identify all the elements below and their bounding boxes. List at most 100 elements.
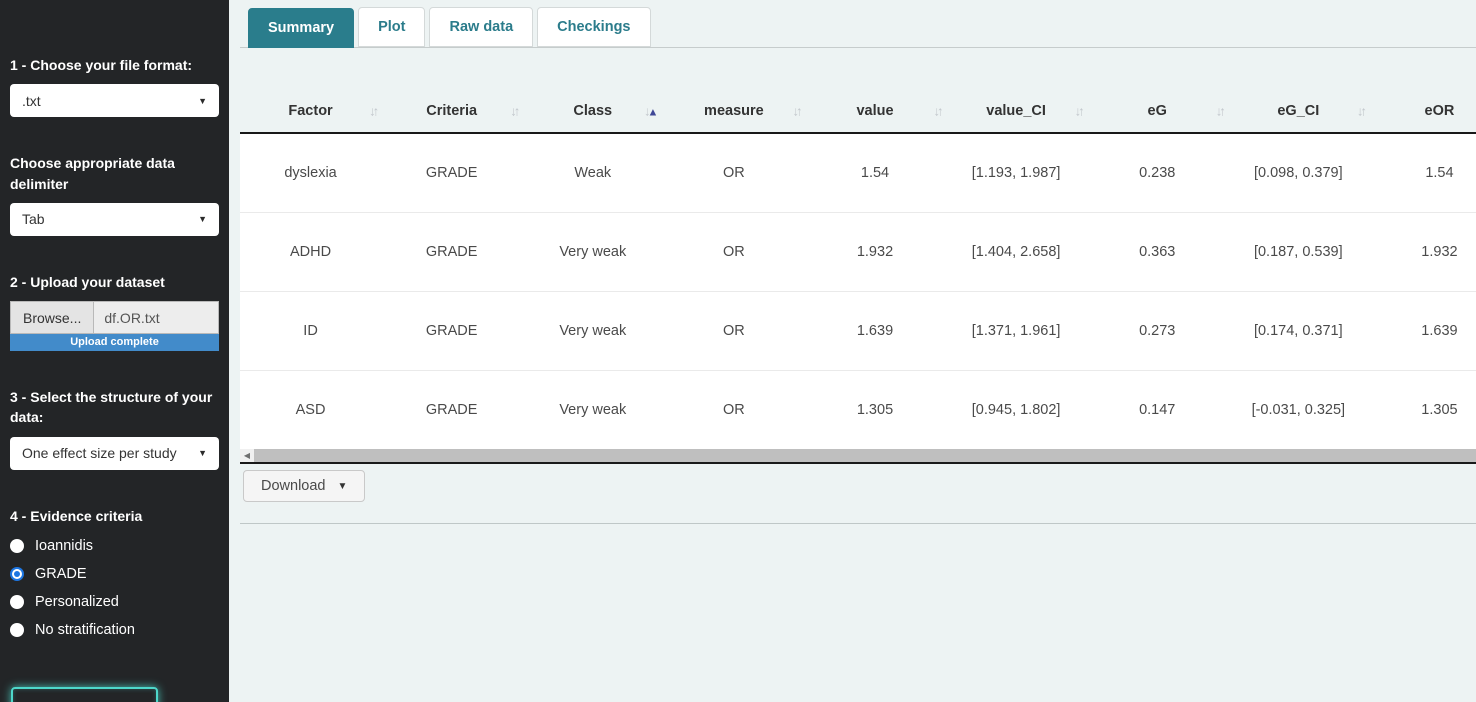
table-cell: Very weak [522,370,663,449]
table-cell: Weak [522,133,663,212]
table-cell: GRADE [381,212,522,291]
table-row: ADHDGRADEVery weakOR1.932[1.404, 2.658]0… [240,212,1476,291]
radio-option-personalized[interactable]: Personalized [10,594,219,610]
main-content: SummaryPlotRaw dataCheckings Factor↓↑Cri… [229,0,1476,702]
table-cell: dyslexia [240,133,381,212]
chevron-down-icon: ▼ [338,481,348,492]
tab-bar: SummaryPlotRaw dataCheckings [240,0,1476,48]
table-cell: ADHD [240,212,381,291]
run-analysis-button[interactable]: ▶ Run Analysis [11,687,158,702]
radio-selected-icon[interactable] [10,567,24,581]
radio-unselected-icon[interactable] [10,595,24,609]
file-format-label: 1 - Choose your file format: [10,55,219,75]
table-cell: [-0.031, 0.325] [1228,370,1369,449]
sort-icon: ↓↑ [1357,103,1364,118]
structure-select[interactable]: One effect size per study ▼ [10,437,219,470]
table-cell: [1.404, 2.658] [946,212,1087,291]
table-cell: [0.098, 0.379] [1228,133,1369,212]
download-button[interactable]: Download ▼ [243,470,365,502]
chevron-down-icon: ▼ [198,448,207,458]
table-cell: 0.363 [1087,212,1228,291]
delimiter-select[interactable]: Tab ▼ [10,203,219,236]
radio-unselected-icon[interactable] [10,539,24,553]
table-cell: 0.273 [1087,291,1228,370]
table-cell: ID [240,291,381,370]
uploaded-file-name[interactable]: df.OR.txt [94,301,219,334]
browse-button[interactable]: Browse... [10,301,94,334]
column-header-eg[interactable]: eG↓↑ [1087,89,1228,133]
column-header-value-ci[interactable]: value_CI ↓↑ [946,89,1087,133]
radio-unselected-icon[interactable] [10,623,24,637]
file-input: Browse... df.OR.txt [10,301,219,334]
evidence-group: 4 - Evidence criteria Ioannidis GRADE Pers… [10,506,219,638]
table-cell: [0.187, 0.539] [1228,212,1369,291]
table-cell: OR [663,291,804,370]
table-cell: OR [663,133,804,212]
column-header-label: value_CI [986,103,1046,119]
sort-ascending-icon: ↓▲ [644,103,658,118]
delimiter-value: Tab [22,211,45,227]
column-header-value[interactable]: value↓↑ [804,89,945,133]
upload-progress-bar: Upload complete [10,334,219,351]
file-format-value: .txt [22,93,41,109]
upload-label: 2 - Upload your dataset [10,272,219,292]
table-cell: GRADE [381,370,522,449]
table-cell: [1.371, 1.961] [946,291,1087,370]
radio-option-ioannidis[interactable]: Ioannidis [10,538,219,554]
table-cell: 1.54 [804,133,945,212]
table-row: dyslexiaGRADEWeakOR1.54[1.193, 1.987]0.2… [240,133,1476,212]
summary-table: Factor↓↑ Criteria ↓↑ Class ↓▲ measure↓↑value↓… [240,89,1476,449]
column-header-class[interactable]: Class ↓▲ [522,89,663,133]
column-header-label: Class [573,103,612,119]
table-header-row: Factor↓↑ Criteria ↓↑ Class ↓▲ measure↓↑value↓… [240,89,1476,133]
scrollbar-thumb[interactable] [254,449,1476,462]
tab-checkings[interactable]: Checkings [537,7,650,47]
table-cell: [1.193, 1.987] [946,133,1087,212]
radio-option-no-stratification[interactable]: No stratification [10,622,219,638]
horizontal-scrollbar[interactable]: ◀ [240,449,1476,462]
column-header-criteria[interactable]: Criteria ↓↑ [381,89,522,133]
column-header-factor[interactable]: Factor↓↑ [240,89,381,133]
summary-table-container: Factor↓↑ Criteria ↓↑ Class ↓▲ measure↓↑value↓… [240,89,1476,464]
radio-label: Ioannidis [35,538,93,554]
sort-icon: ↓↑ [934,103,941,118]
column-header-label: Criteria [426,103,477,119]
chevron-down-icon: ▼ [198,214,207,224]
table-cell: Very weak [522,212,663,291]
table-cell: OR [663,370,804,449]
file-format-select[interactable]: .txt ▼ [10,84,219,117]
table-cell: [0.945, 1.802] [946,370,1087,449]
delimiter-label: Choose appropriate data delimiter [10,153,219,194]
table-cell: 1.639 [804,291,945,370]
radio-label: No stratification [35,622,135,638]
table-row: IDGRADEVery weakOR1.639[1.371, 1.961]0.2… [240,291,1476,370]
table-cell: GRADE [381,291,522,370]
sort-icon: ↓↑ [369,103,376,118]
scroll-left-arrow-icon[interactable]: ◀ [240,449,254,462]
radio-option-grade[interactable]: GRADE [10,566,219,582]
sort-icon: ↓↑ [792,103,799,118]
evidence-label: 4 - Evidence criteria [10,506,219,526]
tab-summary[interactable]: Summary [248,8,354,48]
sort-icon: ↓↑ [510,103,517,118]
table-cell: 0.147 [1087,370,1228,449]
structure-value: One effect size per study [22,445,177,461]
table-cell: 0.238 [1087,133,1228,212]
column-header-label: eG_CI [1277,103,1319,119]
sort-icon: ↓↑ [1075,103,1082,118]
table-cell: 1.305 [1369,370,1476,449]
table-cell: ASD [240,370,381,449]
section-divider [240,523,1476,524]
tab-plot[interactable]: Plot [358,7,425,47]
structure-group: 3 - Select the structure of your data: O… [10,387,219,470]
sort-icon: ↓↑ [1216,103,1223,118]
column-header-eg-ci[interactable]: eG_CI ↓↑ [1228,89,1369,133]
radio-label: GRADE [35,566,87,582]
column-header-eor[interactable]: eOR↓↑ [1369,89,1476,133]
upload-group: 2 - Upload your dataset Browse... df.OR.… [10,272,219,351]
column-header-measure[interactable]: measure↓↑ [663,89,804,133]
column-header-label: eOR [1425,103,1455,119]
table-cell: 1.932 [804,212,945,291]
file-format-group: 1 - Choose your file format: .txt ▼ [10,55,219,117]
tab-raw-data[interactable]: Raw data [429,7,533,47]
